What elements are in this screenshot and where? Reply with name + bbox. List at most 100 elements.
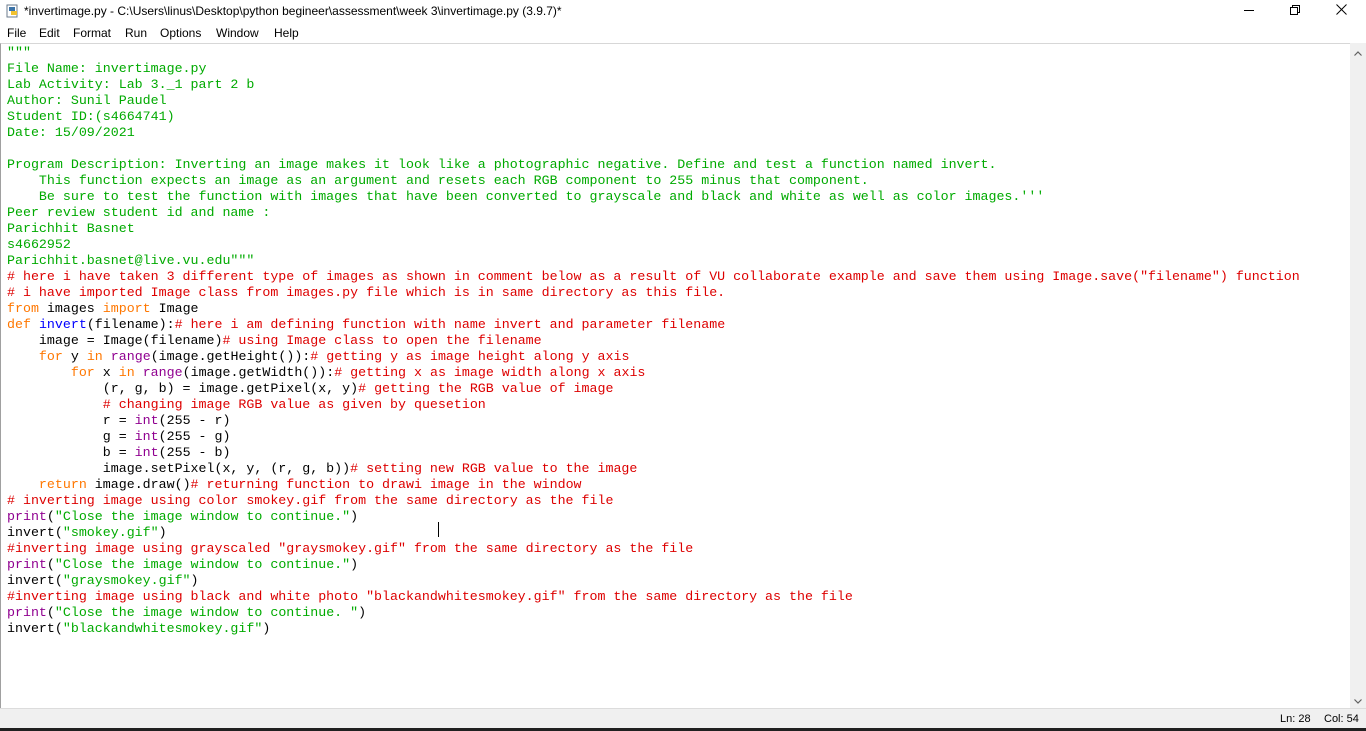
keyword-token: from	[7, 301, 39, 316]
builtin-token: range	[142, 365, 183, 380]
keyword-token: def	[7, 317, 31, 332]
code-token: r =	[7, 413, 135, 428]
restore-button[interactable]	[1272, 0, 1318, 22]
code-line: def invert(filename):# here i am definin…	[7, 317, 1300, 333]
title-bar[interactable]: *invertimage.py - C:\Users\linus\Desktop…	[0, 0, 1366, 23]
menu-help[interactable]: Help	[274, 26, 299, 40]
code-token: (image.getWidth()):	[182, 365, 335, 380]
comment-token: # here i am defining function with name …	[174, 317, 726, 332]
code-token: (	[46, 509, 55, 524]
code-line: Be sure to test the function with images…	[7, 189, 1300, 205]
chevron-down-icon	[1354, 691, 1362, 709]
comment-token: # setting new RGB value to the image	[350, 461, 638, 476]
code-token: )	[358, 605, 367, 620]
code-line: This function expects an image as an arg…	[7, 173, 1300, 189]
string-token: "Close the image window to continue."	[54, 557, 351, 572]
code-line: invert("graysmokey.gif")	[7, 573, 1300, 589]
menu-bar: File Edit Format Run Options Window Help	[0, 23, 1366, 43]
code-token: )	[190, 573, 199, 588]
code-line: print("Close the image window to continu…	[7, 509, 1300, 525]
menu-file[interactable]: File	[7, 26, 26, 40]
code-token: )	[262, 621, 271, 636]
keyword-token: in	[86, 349, 103, 364]
string-token: This function expects an image as an arg…	[7, 173, 869, 188]
code-line: # inverting image using color smokey.gif…	[7, 493, 1300, 509]
menu-format[interactable]: Format	[73, 26, 111, 40]
builtin-token: print	[7, 557, 47, 572]
menu-run[interactable]: Run	[125, 26, 147, 40]
comment-token: # using Image class to open the filename	[222, 333, 542, 348]
code-line: Student ID:(s4664741)	[7, 109, 1300, 125]
status-column-number: Col: 54	[1324, 713, 1359, 725]
code-token: image = Image(filename)	[7, 333, 223, 348]
code-token: (255 - r)	[158, 413, 231, 428]
code-line: # i have imported Image class from image…	[7, 285, 1300, 301]
chevron-up-icon	[1354, 43, 1362, 61]
keyword-token: in	[118, 365, 135, 380]
code-line: Parichhit Basnet	[7, 221, 1300, 237]
keyword-token: for	[70, 365, 95, 380]
code-token: g =	[7, 429, 135, 444]
string-token: "Close the image window to continue."	[54, 509, 351, 524]
string-token: Date: 15/09/2021	[7, 125, 135, 140]
code-token: images	[38, 301, 103, 316]
comment-token: # inverting image using color smokey.gif…	[7, 493, 614, 508]
string-token: "blackandwhitesmokey.gif"	[62, 621, 263, 636]
python-idle-icon	[6, 4, 20, 18]
menu-window[interactable]: Window	[216, 26, 259, 40]
status-line-number: Ln: 28	[1280, 713, 1311, 725]
code-token: )	[350, 557, 359, 572]
comment-token: #inverting image using black and white p…	[7, 589, 853, 604]
comment-token: # i have imported Image class from image…	[7, 285, 726, 300]
restore-icon	[1290, 2, 1300, 20]
code-editor[interactable]: """ File Name: invertimage.py Lab Activity…	[0, 43, 1350, 708]
string-token: Parichhit.basnet@live.vu.edu"""	[7, 253, 255, 268]
menu-options[interactable]: Options	[160, 26, 201, 40]
code-token: b =	[7, 445, 135, 460]
code-token: invert(	[7, 573, 63, 588]
code-token: (255 - b)	[158, 445, 231, 460]
vertical-scrollbar[interactable]	[1350, 43, 1366, 708]
close-icon	[1335, 2, 1347, 20]
string-token: Lab Activity: Lab 3._1 part 2 b	[7, 77, 255, 92]
code-line: print("Close the image window to continu…	[7, 557, 1300, 573]
builtin-token: int	[134, 445, 159, 460]
close-button[interactable]	[1318, 0, 1364, 22]
scroll-down-button[interactable]	[1350, 691, 1366, 708]
string-token: Author: Sunil Paudel	[7, 93, 167, 108]
builtin-token: int	[134, 429, 159, 444]
minimize-icon	[1244, 2, 1254, 20]
comment-token: # getting the RGB value of image	[358, 381, 614, 396]
code-token: image.setPixel(x, y, (r, g, b))	[7, 461, 351, 476]
code-token: invert(	[7, 525, 63, 540]
menu-edit[interactable]: Edit	[39, 26, 60, 40]
code-token: x	[94, 365, 119, 380]
keyword-token: for	[38, 349, 63, 364]
code-line: # changing image RGB value as given by q…	[7, 397, 1300, 413]
code-token: (	[46, 557, 55, 572]
string-token: Student ID:(s4664741)	[7, 109, 175, 124]
scroll-up-button[interactable]	[1350, 43, 1366, 60]
string-token: Peer review student id and name :	[7, 205, 271, 220]
code-line: # here i have taken 3 different type of …	[7, 269, 1300, 285]
code-line: from images import Image	[7, 301, 1300, 317]
code-line: r = int(255 - r)	[7, 413, 1300, 429]
comment-token: #inverting image using grayscaled "grays…	[7, 541, 694, 556]
code-line: g = int(255 - g)	[7, 429, 1300, 445]
code-line: Parichhit.basnet@live.vu.edu"""	[7, 253, 1300, 269]
code-line: (r, g, b) = image.getPixel(x, y)# gettin…	[7, 381, 1300, 397]
code-token: (	[46, 605, 55, 620]
code-token: y	[62, 349, 87, 364]
string-token: Program Description: Inverting an image …	[7, 157, 997, 172]
string-token: """	[7, 45, 31, 60]
minimize-button[interactable]	[1226, 0, 1272, 22]
comment-token: # returning function to drawi image in t…	[190, 477, 582, 492]
code-token: (255 - g)	[158, 429, 231, 444]
comment-token: # here i have taken 3 different type of …	[7, 269, 1300, 284]
